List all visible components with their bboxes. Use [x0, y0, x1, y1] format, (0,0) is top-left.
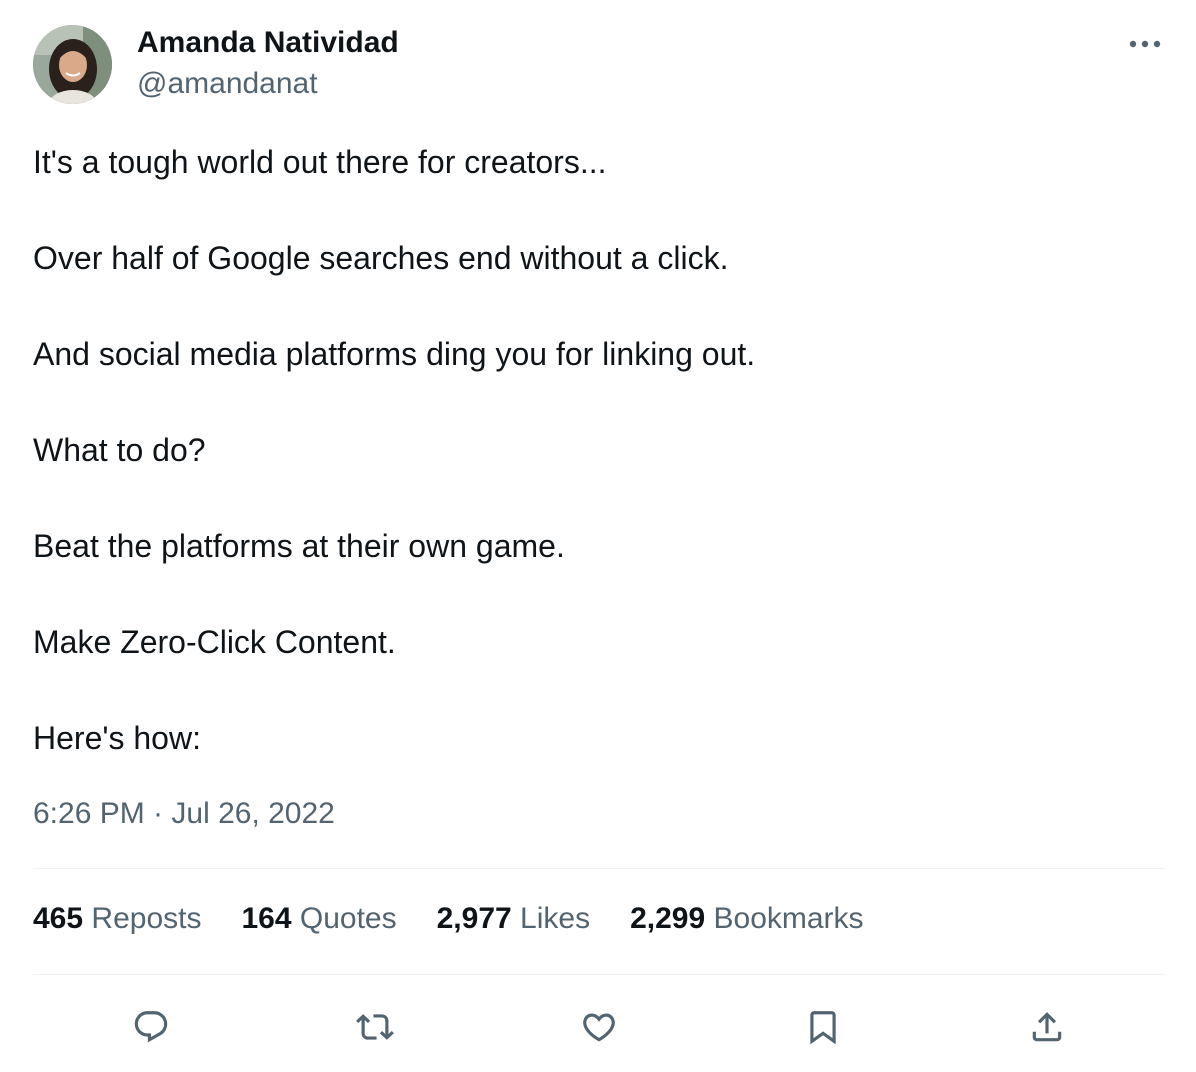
more-options-button[interactable] — [1122, 28, 1168, 60]
repost-icon — [356, 1014, 394, 1040]
divider — [33, 868, 1165, 869]
tweet-line: And social media platforms ding you for … — [33, 336, 756, 372]
tweet-timestamp[interactable]: 6:26 PM · Jul 26, 2022 — [33, 797, 335, 831]
tweet-line: Beat the platforms at their own game. — [33, 528, 565, 564]
likes-count: 2,977 — [436, 902, 512, 935]
tweet-stats: 465 Reposts 164 Quotes 2,977 Likes 2,299… — [33, 902, 864, 936]
quotes-count: 164 — [241, 902, 292, 935]
reposts-stat[interactable]: 465 Reposts — [33, 902, 201, 936]
bookmarks-stat[interactable]: 2,299 Bookmarks — [630, 902, 863, 936]
tweet-line: It's a tough world out there for creator… — [33, 144, 607, 180]
reply-icon — [134, 1011, 168, 1043]
like-icon — [583, 1013, 615, 1042]
avatar[interactable] — [33, 25, 112, 104]
likes-stat[interactable]: 2,977 Likes — [437, 902, 590, 936]
author-name[interactable]: Amanda Natividad — [137, 26, 399, 60]
quotes-label: Quotes — [299, 902, 397, 935]
reply-button[interactable] — [126, 1002, 176, 1052]
like-button[interactable] — [574, 1002, 624, 1052]
bookmark-icon — [810, 1011, 836, 1045]
tweet-body: It's a tough world out there for creator… — [33, 142, 1163, 814]
repost-button[interactable] — [350, 1002, 400, 1052]
reposts-label: Reposts — [91, 902, 202, 935]
bookmarks-count: 2,299 — [630, 902, 706, 935]
quotes-stat[interactable]: 164 Quotes — [241, 902, 396, 936]
bookmarks-label: Bookmarks — [713, 902, 864, 935]
reposts-count: 465 — [33, 902, 84, 935]
tweet-line: Here's how: — [33, 720, 201, 756]
more-dots-icon — [1129, 40, 1161, 48]
likes-label: Likes — [520, 902, 591, 935]
tweet-line: Make Zero-Click Content. — [33, 624, 396, 660]
tweet-line: Over half of Google searches end without… — [33, 240, 729, 276]
avatar-photo — [33, 25, 112, 104]
tweet-line: What to do? — [33, 432, 206, 468]
share-icon — [1032, 1012, 1062, 1042]
tweet: Amanda Natividad @amandanat It's a tough… — [0, 0, 1196, 1072]
divider — [33, 974, 1165, 975]
bookmark-button[interactable] — [798, 1002, 848, 1052]
action-bar — [0, 990, 1196, 1060]
author-handle[interactable]: @amandanat — [137, 67, 318, 101]
share-button[interactable] — [1022, 1002, 1072, 1052]
